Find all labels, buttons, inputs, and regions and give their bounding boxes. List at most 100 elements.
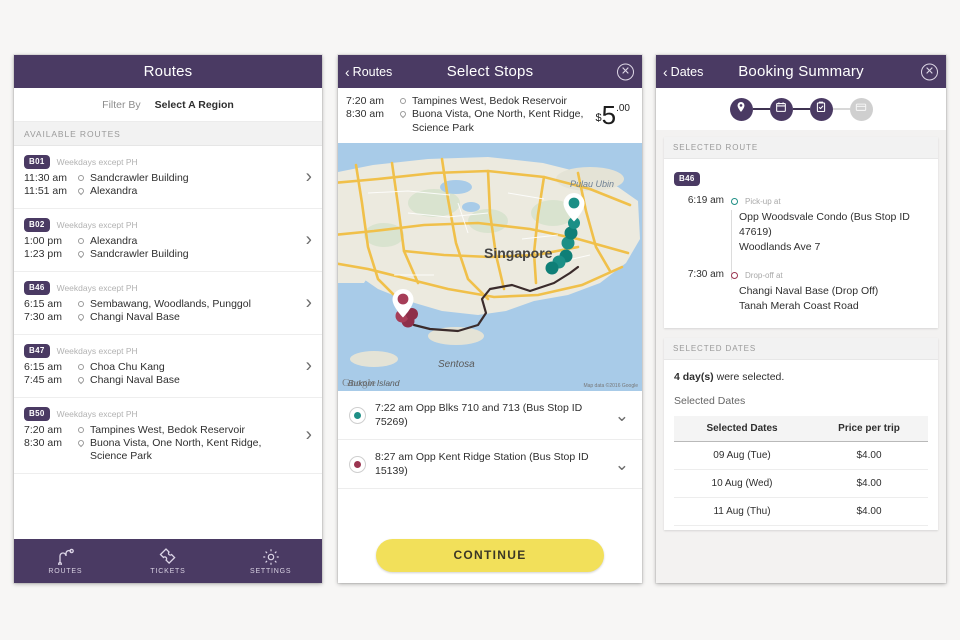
list-item[interactable]: B46 Weekdays except PH 6:15 am Sembawang… (14, 271, 322, 335)
summary-appbar: ‹ Dates Booking Summary ✕ (656, 55, 946, 88)
stepper-connector (752, 107, 770, 111)
list-item[interactable]: B01 Weekdays except PH 11:30 am Sandcraw… (14, 146, 322, 209)
list-item[interactable]: B47 Weekdays except PH 6:15 am Choa Chu … (14, 334, 322, 398)
destination-pin-icon (76, 374, 85, 385)
route-code-badge: B02 (24, 217, 50, 232)
cell-date: 11 Aug (Thu) (674, 497, 811, 526)
tab-routes[interactable]: ROUTES (14, 548, 117, 575)
leg-time: 6:15 am (24, 297, 62, 310)
chevron-right-icon[interactable]: › (306, 426, 312, 445)
tab-settings-label: SETTINGS (249, 567, 292, 575)
selected-route-header: SELECTED ROUTE (664, 137, 938, 159)
booking-stepper (656, 88, 946, 130)
step-review[interactable] (809, 97, 833, 121)
step-payment[interactable] (849, 97, 873, 121)
list-item[interactable]: 7:22 am Opp Blks 710 and 713 (Bus Stop I… (338, 391, 642, 441)
cell-price: $4.00 (810, 441, 928, 470)
route-leg: 8:30 am Buona Vista, One North, Kent Rid… (24, 437, 292, 464)
column-header-date: Selected Dates (674, 415, 811, 442)
chevron-down-icon[interactable]: ⌄ (615, 456, 633, 473)
back-button[interactable]: ‹ Dates (663, 65, 703, 79)
stepper-connector (832, 107, 850, 111)
cta-container: CONTINUE (338, 527, 642, 583)
route-code-badge: B01 (24, 155, 50, 169)
days-selected-text: 4 day(s) were selected. (674, 371, 928, 383)
route-map[interactable]: Singapore Pulau Ubin Sentosa Bukom Islan… (338, 143, 642, 392)
close-icon[interactable]: ✕ (921, 63, 938, 80)
route-header: B01 Weekdays except PH (24, 155, 292, 169)
dropoff-time: 7:30 am (687, 268, 724, 280)
routes-list[interactable]: B01 Weekdays except PH 11:30 am Sandcraw… (14, 146, 322, 583)
stops-appbar: ‹ Routes Select Stops ✕ (338, 55, 642, 88)
route-code-badge: B50 (24, 406, 50, 421)
table-row: 10 Aug (Wed) $4.00 (674, 469, 928, 498)
ticket-icon (158, 548, 178, 566)
filter-row[interactable]: Filter By Select A Region (14, 88, 322, 122)
list-item[interactable]: 8:27 am Opp Kent Ridge Station (Bus Stop… (338, 440, 642, 490)
chevron-down-icon[interactable]: ⌄ (615, 407, 633, 424)
list-item[interactable]: B50 Weekdays except PH 7:20 am Tampines … (14, 397, 322, 474)
table-header-row: Selected Dates Price per trip (674, 415, 928, 442)
payment-card-icon (855, 100, 867, 118)
page-title: Routes (143, 63, 193, 80)
chevron-right-icon[interactable]: › (306, 167, 312, 186)
tab-tickets[interactable]: TICKETS (117, 548, 220, 575)
clipboard-check-icon (815, 100, 827, 118)
cell-price: $4.00 (810, 497, 928, 526)
map-attribution: Map data ©2016 Google (583, 383, 638, 390)
step-calendar[interactable] (769, 97, 793, 121)
continue-button[interactable]: CONTINUE (376, 538, 604, 572)
route-leg: 1:00 pm Alexandra (24, 235, 292, 248)
dropoff-line2: Tanah Merah Coast Road (739, 299, 859, 312)
dropoff-row: 7:30 am Drop-off at (674, 268, 928, 280)
leg-place: Alexandra (90, 185, 138, 198)
route-leg: 11:51 am Alexandra (24, 185, 292, 198)
page-title: Select Stops (446, 63, 534, 80)
route-days: Weekdays except PH (56, 282, 138, 293)
selected-route-card: SELECTED ROUTE B46 6:19 am Pick-up at Op… (664, 137, 938, 328)
available-routes-header: AVAILABLE ROUTES (14, 122, 322, 146)
column-header-price: Price per trip (810, 415, 928, 442)
leg-time: 7:20 am (346, 95, 384, 107)
route-leg: 6:15 am Sembawang, Woodlands, Punggol (24, 298, 292, 311)
origin-dot-icon (76, 172, 85, 181)
chevron-left-icon: ‹ (345, 63, 350, 80)
dropoff-kind-label: Drop-off at (745, 270, 783, 280)
route-days: Weekdays except PH (56, 157, 138, 167)
back-button[interactable]: ‹ Routes (345, 65, 392, 79)
page-title: Booking Summary (738, 63, 864, 80)
dropoff-detail: Changi Naval Base (Drop Off) Tanah Merah… (739, 284, 928, 314)
origin-dot-icon (76, 361, 85, 370)
route-days: Weekdays except PH (56, 345, 138, 356)
close-icon[interactable]: ✕ (617, 63, 634, 80)
bottom-tab-bar: ROUTES TICKETS SETTINGS (14, 539, 322, 583)
origin-dot-icon (76, 424, 85, 433)
route-code-badge: B46 (24, 280, 50, 295)
origin-dot-icon (76, 298, 85, 307)
chevron-right-icon[interactable]: › (306, 293, 312, 312)
chevron-right-icon[interactable]: › (306, 230, 312, 249)
route-header: B47 Weekdays except PH (24, 343, 292, 358)
pickup-dot-icon (730, 194, 739, 205)
destination-pin-icon (76, 248, 85, 259)
pickup-detail: Opp Woodsvale Condo (Bus Stop ID 47619) … (739, 210, 928, 255)
chevron-right-icon[interactable]: › (306, 356, 312, 375)
leg-place: Buona Vista, One North, Kent Ridge, Scie… (412, 108, 584, 134)
route-timeline: 6:19 am Pick-up at Opp Woodsvale Condo (… (674, 194, 928, 314)
summary-scroll[interactable]: SELECTED ROUTE B46 6:19 am Pick-up at Op… (656, 130, 946, 583)
google-watermark: Google (342, 377, 377, 390)
list-item[interactable]: B02 Weekdays except PH 1:00 pm Alexandra… (14, 208, 322, 272)
dropoff-dot-icon (730, 268, 739, 279)
tab-settings[interactable]: SETTINGS (219, 548, 322, 575)
leg-place: Changi Naval Base (90, 311, 180, 324)
region-select-value[interactable]: Select A Region (155, 99, 234, 111)
leg-place: Tampines West, Bedok Reservoir (90, 423, 246, 436)
cell-price: $4.00 (810, 469, 928, 498)
days-selected-count: 4 day(s) (674, 370, 714, 383)
stop-marker-icon (349, 406, 366, 424)
leg-time: 11:51 am (24, 185, 67, 198)
leg-place: Sandcrawler Building (90, 172, 189, 184)
routes-screen: Routes Filter By Select A Region AVAILAB… (14, 55, 322, 583)
trip-summary: 7:20 am Tampines West, Bedok Reservoir 8… (338, 88, 642, 144)
step-location-pin[interactable] (729, 97, 753, 121)
